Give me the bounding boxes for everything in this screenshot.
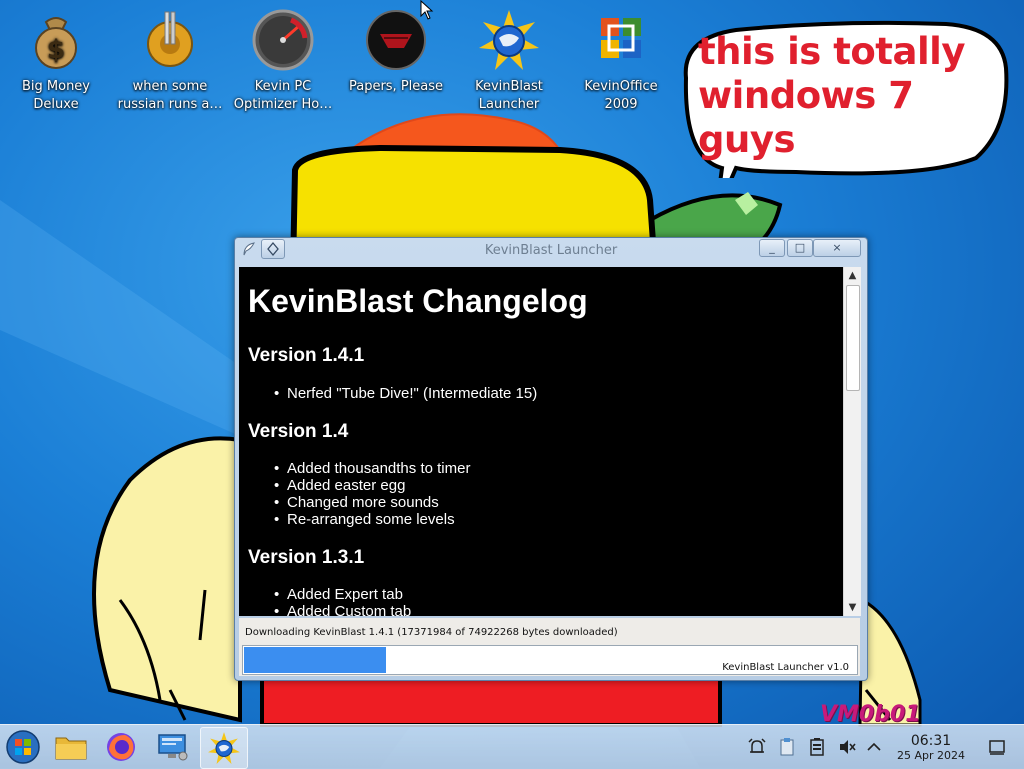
kevinblast-launcher-window[interactable]: KevinBlast Launcher _ □ × KevinBlast Cha…	[234, 237, 868, 681]
desktop-icon-kevin-pc-optimizer[interactable]: Kevin PC Optimizer Ho…	[227, 6, 339, 114]
change-list: Nerfed "Tube Dive!" (Intermediate 15)	[274, 385, 537, 402]
list-item: Changed more sounds	[274, 494, 470, 511]
firefox-icon	[107, 733, 135, 761]
change-list: Added Expert tab Added Custom tab	[274, 586, 411, 616]
list-item: Nerfed "Tube Dive!" (Intermediate 15)	[274, 385, 537, 402]
office-logo-icon	[601, 18, 641, 58]
start-button[interactable]	[0, 727, 46, 767]
launcher-version-label: KevinBlast Launcher v1.0	[722, 662, 849, 673]
desktop-icon-label: KevinBlast Launcher	[475, 79, 543, 112]
kevinblast-globe-icon	[208, 732, 240, 764]
changelog-panel[interactable]: KevinBlast Changelog Version 1.4.1 Nerfe…	[239, 267, 843, 616]
desktop-icon-kevinblast-launcher[interactable]: KevinBlast Launcher	[453, 6, 565, 114]
folder-icon	[55, 737, 87, 760]
speech-bubble-text: this is totally windows 7 guys	[698, 30, 965, 161]
taskbar-file-manager[interactable]	[48, 727, 94, 767]
maximize-button[interactable]: □	[787, 239, 813, 257]
minimize-button[interactable]: _	[759, 239, 785, 257]
list-item: Re-arranged some levels	[274, 511, 470, 528]
taskbar-firefox[interactable]	[98, 727, 144, 767]
desktop-icon-label: Big Money Deluxe	[21, 79, 90, 112]
windows-orb-icon	[6, 730, 40, 764]
desktop-icon-big-money[interactable]: $ Big Money Deluxe	[0, 6, 112, 114]
computer-monitor-icon	[158, 734, 188, 761]
gear-pipes-icon	[147, 11, 193, 67]
download-status-text: Downloading KevinBlast 1.4.1 (17371984 o…	[245, 627, 618, 638]
taskbar-control-panel[interactable]	[150, 727, 196, 767]
taskbar	[0, 724, 1024, 769]
taskbar-kevinblast-launcher[interactable]	[200, 727, 248, 769]
chevron-up-icon[interactable]	[864, 737, 884, 757]
taskbar-clock[interactable]: 06:31 25 Apr 2024	[888, 733, 974, 763]
version-heading: Version 1.4	[248, 421, 349, 442]
svg-text:$: $	[47, 35, 65, 65]
papers-please-emblem-icon	[366, 10, 426, 70]
speaker-muted-icon[interactable]	[837, 737, 857, 757]
changelog-heading: KevinBlast Changelog	[248, 283, 588, 319]
list-item: Added easter egg	[274, 477, 470, 494]
battery-icon[interactable]	[807, 737, 827, 757]
desktop-icon-label: when some russian runs a…	[117, 79, 223, 112]
window-titlebar[interactable]: KevinBlast Launcher _ □ ×	[235, 238, 867, 264]
desktop-icon-russian[interactable]: when some russian runs a…	[114, 6, 226, 114]
money-bag-icon: $	[35, 17, 77, 69]
speedometer-icon	[252, 9, 314, 71]
download-progress-bar: KevinBlast Launcher v1.0	[242, 645, 858, 675]
list-item: Added Expert tab	[274, 586, 411, 603]
clock-date: 25 Apr 2024	[896, 749, 965, 762]
vertical-scrollbar[interactable]: ▲ ▼	[843, 267, 861, 616]
scroll-up-arrow-icon[interactable]: ▲	[845, 268, 860, 283]
alarm-icon[interactable]	[747, 737, 767, 757]
mouse-cursor-icon	[420, 0, 434, 20]
close-button[interactable]: ×	[813, 239, 861, 257]
desktop-icon-label: Kevin PC Optimizer Ho…	[233, 79, 333, 112]
list-item: Added Custom tab	[274, 603, 411, 616]
change-list: Added thousandths to timer Added easter …	[274, 460, 470, 528]
desktop-icon-label: Papers, Please	[348, 79, 444, 94]
desktop-icon-kevinoffice[interactable]: KevinOffice 2009	[565, 6, 677, 114]
download-status-area: Downloading KevinBlast 1.4.1 (17371984 o…	[239, 618, 860, 676]
show-desktop-icon[interactable]	[987, 737, 1007, 757]
clipboard-icon[interactable]	[777, 737, 797, 757]
desktop-icon-label: KevinOffice 2009	[584, 79, 658, 112]
desktop-icon-papers-please[interactable]: Papers, Please	[340, 6, 452, 96]
scrollbar-thumb[interactable]	[846, 285, 860, 391]
progress-fill	[244, 647, 386, 673]
kevinblast-globe-icon	[479, 10, 539, 70]
version-heading: Version 1.4.1	[248, 345, 365, 366]
version-heading: Version 1.3.1	[248, 547, 365, 568]
scroll-down-arrow-icon[interactable]: ▼	[845, 600, 860, 615]
clock-time: 06:31	[910, 733, 952, 749]
list-item: Added thousandths to timer	[274, 460, 470, 477]
